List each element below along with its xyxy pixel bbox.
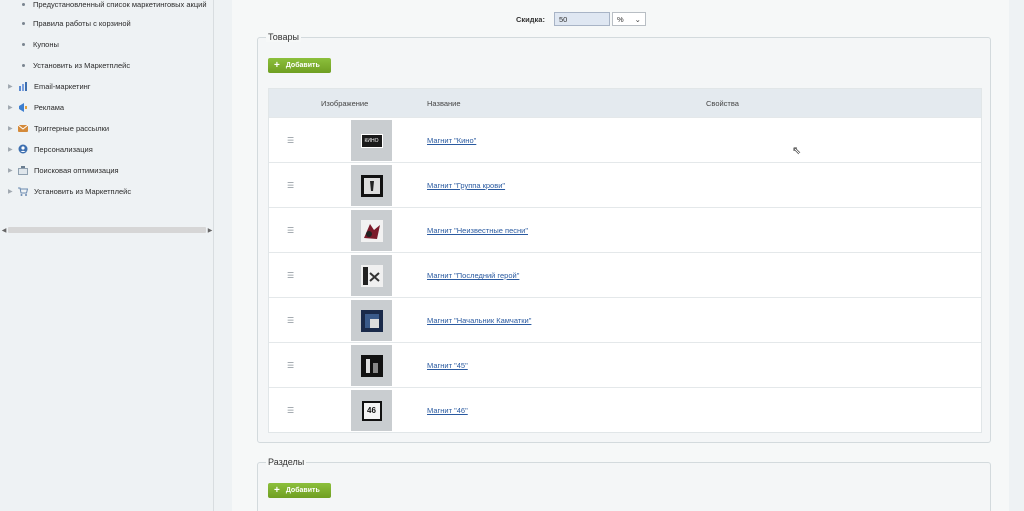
column-header-name: Название <box>427 99 461 108</box>
sidebar-item-label: Реклама <box>34 102 65 112</box>
sidebar-item-email-marketing[interactable]: ▶ Email-маркетинг <box>0 79 212 93</box>
discount-label: Скидка: <box>516 14 545 24</box>
sidebar-item-label: Поисковая оптимизация <box>34 165 119 175</box>
drag-handle-icon[interactable]: ☰ <box>287 181 294 190</box>
sidebar-item-trigger-mailing[interactable]: ▶ Триггерные рассылки <box>0 121 212 135</box>
scroll-right-icon[interactable]: ▶ <box>206 227 214 234</box>
bullet-icon <box>22 2 25 6</box>
plus-icon: + <box>274 59 280 71</box>
add-section-button[interactable]: + Добавить <box>268 483 331 498</box>
expand-arrow-icon[interactable]: ▶ <box>8 125 17 132</box>
album-cover-image: 46 <box>361 400 382 421</box>
table-header: Изображение Название Свойства <box>269 89 981 117</box>
add-button-label: Добавить <box>285 62 320 69</box>
sidebar-subitem-label: Установить из Маркетплейс <box>33 60 131 70</box>
sidebar-subitem-cart-rules[interactable]: Правила работы с корзиной <box>0 16 212 30</box>
album-cover-image: КИНО <box>360 133 383 148</box>
expand-arrow-icon[interactable]: ▶ <box>8 83 17 90</box>
product-link[interactable]: Магнит "Неизвестные песни" <box>427 226 528 235</box>
table-row: ☰ Магнит "Неизвестные песни" <box>269 207 981 252</box>
discount-input[interactable] <box>553 12 610 26</box>
products-table: Изображение Название Свойства ☰ КИНО Маг… <box>268 88 982 433</box>
sidebar-item-advertising[interactable]: ▶ Реклама <box>0 100 212 114</box>
album-cover-image <box>360 174 383 197</box>
sidebar: Предустановленный список маркетинговых а… <box>0 0 214 511</box>
drag-handle-icon[interactable]: ☰ <box>287 271 294 280</box>
personalization-icon <box>17 144 28 154</box>
table-row: ☰ Магнит "Группа крови" <box>269 162 981 207</box>
drag-handle-icon[interactable]: ☰ <box>287 406 294 415</box>
advertising-icon <box>17 102 28 112</box>
product-thumbnail <box>351 300 392 341</box>
product-thumbnail <box>351 345 392 386</box>
scrollbar-thumb[interactable] <box>8 227 206 233</box>
expand-arrow-icon[interactable]: ▶ <box>8 167 17 174</box>
table-row: ☰ КИНО Магнит "Кино" <box>269 117 981 162</box>
add-button-label: Добавить <box>285 487 320 494</box>
sidebar-item-label: Email-маркетинг <box>34 81 91 91</box>
product-thumbnail: КИНО <box>351 120 392 161</box>
add-product-button[interactable]: + Добавить <box>268 58 331 73</box>
marketplace-cart-icon <box>17 186 28 196</box>
products-fieldset: Товары + Добавить Изображение Название С… <box>257 32 991 443</box>
drag-handle-icon[interactable]: ☰ <box>287 226 294 235</box>
sidebar-subitem-label: Предустановленный список маркетинговых а… <box>33 0 207 9</box>
expand-arrow-icon[interactable]: ▶ <box>8 104 17 111</box>
scroll-left-icon[interactable]: ◀ <box>0 227 8 234</box>
expand-arrow-icon[interactable]: ▶ <box>8 146 17 153</box>
product-link[interactable]: Магнит "Последний герой" <box>427 271 519 280</box>
sidebar-item-label: Установить из Маркетплейс <box>34 186 132 196</box>
expand-arrow-icon[interactable]: ▶ <box>8 188 17 195</box>
trigger-mailing-icon <box>17 123 28 133</box>
sidebar-item-label: Триггерные рассылки <box>34 123 110 133</box>
main-content: Скидка: % ⌄ Товары + Добавить Изображени… <box>232 0 1009 511</box>
table-row: ☰ 46 Магнит "46" <box>269 387 981 432</box>
sidebar-horizontal-scrollbar[interactable]: ◀ ▶ <box>0 225 214 235</box>
sidebar-subitem-preset-list[interactable]: Предустановленный список маркетинговых а… <box>0 0 212 11</box>
discount-unit-value: % <box>616 14 624 24</box>
products-legend: Товары <box>266 32 301 42</box>
album-cover-image <box>360 309 383 332</box>
sidebar-subitem-label: Купоны <box>33 39 59 49</box>
album-cover-image <box>360 354 383 377</box>
product-link[interactable]: Магнит "Группа крови" <box>427 181 505 190</box>
sidebar-item-seo[interactable]: ▶ Поисковая оптимизация <box>0 163 212 177</box>
product-thumbnail <box>351 165 392 206</box>
sidebar-item-marketplace[interactable]: ▶ Установить из Маркетплейс <box>0 184 212 198</box>
album-cover-image <box>360 264 383 287</box>
column-header-image: Изображение <box>321 99 369 108</box>
column-header-properties: Свойства <box>706 99 739 108</box>
table-row: ☰ Магнит "Последний герой" <box>269 252 981 297</box>
discount-unit-select[interactable]: % ⌄ <box>611 12 646 26</box>
discount-row: Скидка: % ⌄ <box>516 12 646 26</box>
sections-fieldset: Разделы + Добавить <box>257 457 991 511</box>
product-thumbnail <box>351 255 392 296</box>
plus-icon: + <box>274 484 280 496</box>
sidebar-subitem-coupons[interactable]: Купоны <box>0 37 212 51</box>
sidebar-subitem-marketplace[interactable]: Установить из Маркетплейс <box>0 58 212 72</box>
bullet-icon <box>22 21 25 25</box>
mouse-cursor-icon: ⇖ <box>792 145 802 157</box>
album-cover-image <box>360 219 383 242</box>
product-link[interactable]: Магнит "46" <box>427 406 468 415</box>
email-marketing-icon <box>17 81 28 91</box>
seo-icon <box>17 165 28 175</box>
bullet-icon <box>22 63 25 67</box>
product-link[interactable]: Магнит "Начальник Камчатки" <box>427 316 531 325</box>
chevron-down-icon: ⌄ <box>634 14 641 24</box>
drag-handle-icon[interactable]: ☰ <box>287 361 294 370</box>
product-link[interactable]: Магнит "Кино" <box>427 136 476 145</box>
product-thumbnail: 46 <box>351 390 392 431</box>
drag-handle-icon[interactable]: ☰ <box>287 316 294 325</box>
table-row: ☰ Магнит "45" <box>269 342 981 387</box>
bullet-icon <box>22 42 25 46</box>
sections-legend: Разделы <box>266 457 307 467</box>
sidebar-item-label: Персонализация <box>34 144 93 154</box>
sidebar-item-personalization[interactable]: ▶ Персонализация <box>0 142 212 156</box>
product-thumbnail <box>351 210 392 251</box>
table-row: ☰ Магнит "Начальник Камчатки" <box>269 297 981 342</box>
drag-handle-icon[interactable]: ☰ <box>287 136 294 145</box>
sidebar-subitem-label: Правила работы с корзиной <box>33 18 131 28</box>
product-link[interactable]: Магнит "45" <box>427 361 468 370</box>
